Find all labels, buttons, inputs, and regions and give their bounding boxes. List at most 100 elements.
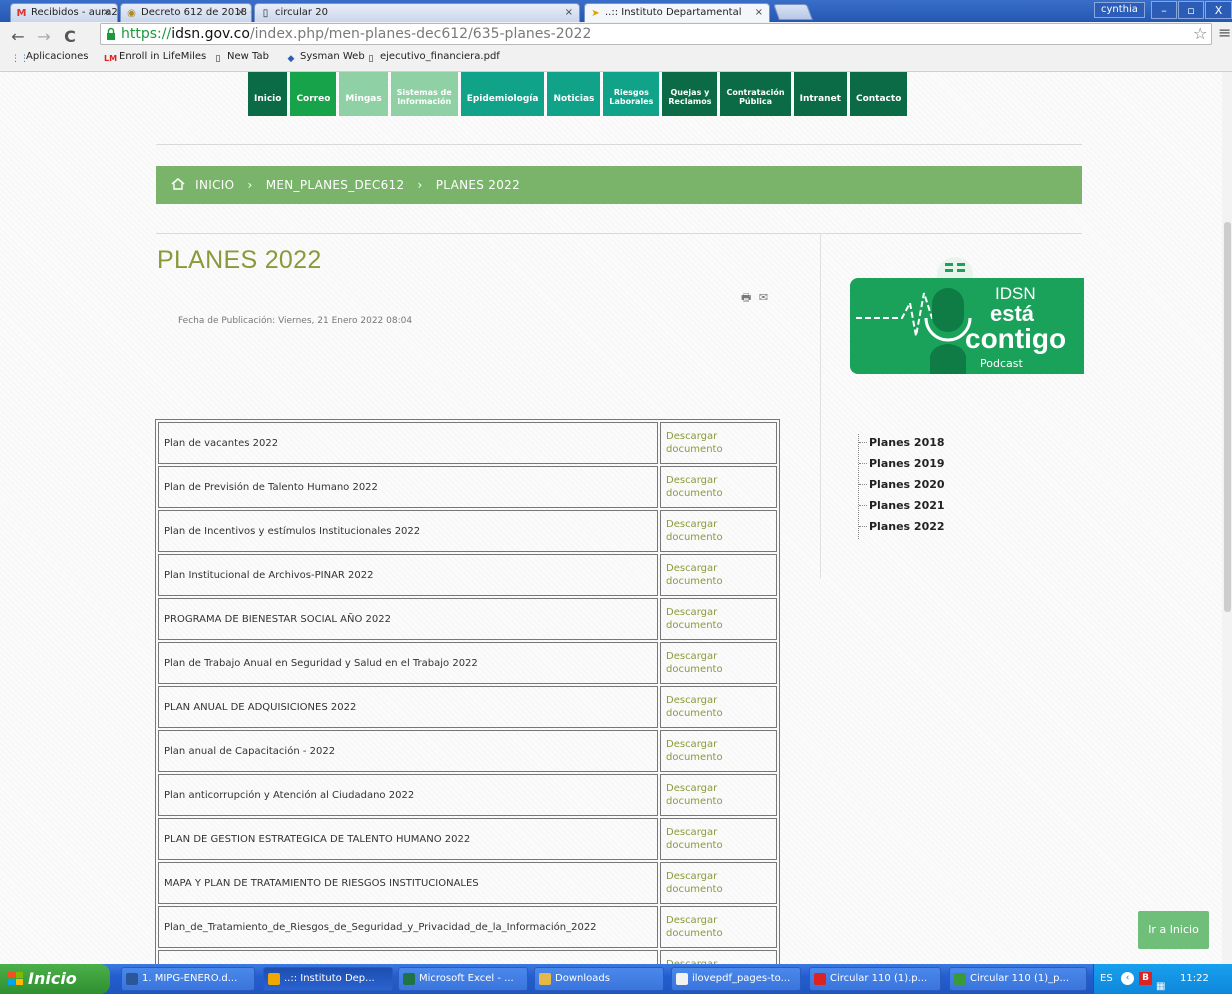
tab-idsn[interactable]: ➤ ..:: Instituto Departamental × [584, 3, 770, 22]
bookmark-lifemiles[interactable]: LM Enroll in LifeMiles [104, 51, 206, 65]
download-link[interactable]: Descargar documento [660, 818, 777, 860]
close-window-button[interactable]: X [1205, 1, 1232, 19]
download-link[interactable]: Descargar documento [660, 774, 777, 816]
taskbar-item[interactable]: ilovepdf_pages-to... [671, 967, 801, 991]
nav-item-8[interactable]: Contratación Pública [720, 72, 791, 116]
taskbar-item[interactable]: Circular 110 (1).p... [809, 967, 941, 991]
bookmark-ejecutivo[interactable]: ▯ ejecutivo_financiera.pdf [365, 51, 500, 65]
tab-gmail[interactable]: M Recibidos - aura2580@gmail × [10, 3, 118, 22]
profile-user[interactable]: cynthia [1094, 2, 1145, 18]
nav-item-10[interactable]: Contacto [849, 72, 908, 116]
nav-item-6[interactable]: Riesgos Laborales [603, 72, 660, 116]
clock[interactable]: 11:22 a.m. [1180, 964, 1232, 994]
article-actions: 🖶 ✉ [741, 289, 768, 308]
close-icon[interactable]: × [755, 7, 763, 18]
document-name: PLAN DE GESTION ESTRATEGICA DE TALENTO H… [158, 818, 658, 860]
page-title: PLANES 2022 [157, 246, 322, 274]
side-menu-item[interactable]: Planes 2022 [859, 518, 945, 539]
chevron-left-icon[interactable]: ‹ [1121, 972, 1134, 985]
table-row: PROGRAMA DE BIENESTAR SOCIAL AÑO 2022 Des… [158, 598, 777, 640]
document-name: Plan de Previsión de Talento Humano 2022 [158, 466, 658, 508]
go-to-top-button[interactable]: Ir a Inicio [1138, 911, 1209, 949]
page-icon: ▯ [262, 8, 269, 19]
close-icon[interactable]: × [103, 7, 111, 18]
document-name: Plan_de_Tratamiento_de_Riesgos_de_Seguri… [158, 906, 658, 948]
taskbar-item[interactable]: Downloads [534, 967, 664, 991]
email-icon[interactable]: ✉ [759, 291, 768, 304]
nav-item-0[interactable]: Inicio [248, 72, 288, 116]
network-icon[interactable]: ▦ [1156, 972, 1169, 992]
download-link[interactable]: Descargar documento [660, 950, 777, 964]
nav-item-7[interactable]: Quejas y Reclamos [662, 72, 718, 116]
bookmark-new-tab[interactable]: ▯ New Tab [212, 51, 269, 65]
idsn-favicon-icon: ➤ [591, 8, 600, 19]
b-app-icon[interactable]: B [1139, 972, 1152, 985]
scrollbar[interactable] [1222, 72, 1232, 964]
minimize-button[interactable]: – [1151, 1, 1177, 19]
download-link[interactable]: Descargar documento [660, 730, 777, 772]
download-link[interactable]: Descargar documento [660, 466, 777, 508]
url-host: idsn.gov.co [171, 26, 250, 42]
url-path: /index.php/men-planes-dec612/635-planes-… [249, 26, 592, 42]
print-icon[interactable]: 🖶 [741, 291, 751, 304]
download-link[interactable]: Descargar documento [660, 598, 777, 640]
nav-item-1[interactable]: Correo [290, 72, 337, 116]
document-name: PLAN ANUAL DE ADQUISICIONES 2022 [158, 686, 658, 728]
download-link[interactable]: Descargar documento [660, 422, 777, 464]
taskbar-item[interactable]: Microsoft Excel - ... [398, 967, 528, 991]
nav-item-5[interactable]: Noticias [547, 72, 601, 116]
breadcrumb-level1[interactable]: MEN_PLANES_DEC612 [266, 178, 405, 192]
bookmark-apps[interactable]: ⋮⋮Aplicaciones [11, 51, 88, 65]
download-link[interactable]: Descargar documento [660, 686, 777, 728]
address-bar[interactable]: https://idsn.gov.co/index.php/men-planes… [100, 23, 1212, 45]
breadcrumb-home[interactable]: INICIO [195, 178, 234, 192]
podcast-banner[interactable]: IDSN está contigo Podcast [850, 278, 1084, 374]
tab-circular[interactable]: ▯ circular 20 × [254, 3, 580, 22]
table-row: Descargar documento [158, 950, 777, 964]
taskbar-item[interactable]: 1. MIPG-ENERO.d... [121, 967, 255, 991]
taskbar-item[interactable]: Circular 110 (1)_p... [949, 967, 1087, 991]
back-arrow-icon[interactable]: ← [8, 27, 28, 47]
forward-arrow-icon[interactable]: → [34, 27, 54, 47]
image-icon [954, 973, 966, 985]
side-menu-item[interactable]: Planes 2021 [859, 497, 945, 518]
download-link[interactable]: Descargar documento [660, 906, 777, 948]
download-link[interactable]: Descargar documento [660, 642, 777, 684]
bookmark-star-icon[interactable]: ☆ [1193, 24, 1207, 43]
maximize-button[interactable]: ▫ [1178, 1, 1204, 19]
table-row: MAPA Y PLAN DE TRATAMIENTO DE RIESGOS IN… [158, 862, 777, 904]
side-menu-item[interactable]: Planes 2018 [859, 434, 945, 455]
chrome-icon [268, 973, 280, 985]
menu-icon[interactable]: ≡ [1218, 23, 1231, 42]
scrollbar-thumb[interactable] [1224, 222, 1231, 612]
side-menu-item[interactable]: Planes 2019 [859, 455, 945, 476]
download-link[interactable]: Descargar documento [660, 862, 777, 904]
windows-taskbar: Inicio 1. MIPG-ENERO.d... ..:: Instituto … [0, 964, 1232, 994]
close-icon[interactable]: × [237, 7, 245, 18]
browser-toolbar: ← → C https://idsn.gov.co/index.php/men-… [0, 22, 1232, 72]
nav-item-9[interactable]: Intranet [793, 72, 847, 116]
document-name [158, 950, 658, 964]
download-link[interactable]: Descargar documento [660, 554, 777, 596]
reload-icon[interactable]: C [60, 27, 80, 47]
tab-decreto[interactable]: ◉ Decreto 612 de 2018 - Gesti × [120, 3, 252, 22]
document-name: Plan Institucional de Archivos-PINAR 202… [158, 554, 658, 596]
taskbar-item[interactable]: ..:: Instituto Dep... [263, 967, 393, 991]
new-tab-button[interactable] [773, 4, 813, 20]
bookmark-sysman[interactable]: ◆ Sysman Web [285, 51, 365, 65]
start-button[interactable]: Inicio [0, 964, 110, 994]
bookmarks-bar: ⋮⋮Aplicaciones LM Enroll in LifeMiles ▯ Ne… [0, 47, 1232, 69]
nav-item-2[interactable]: Mingas [339, 72, 388, 116]
taskbar-item-label: Downloads [555, 973, 610, 984]
close-icon[interactable]: × [565, 7, 573, 18]
breadcrumb-separator: › [247, 178, 253, 192]
language-indicator[interactable]: ES [1100, 964, 1113, 994]
table-row: Plan de Incentivos y estímulos Instituci… [158, 510, 777, 552]
side-menu-item[interactable]: Planes 2020 [859, 476, 945, 497]
nav-item-3[interactable]: Sistemas de Información [390, 72, 458, 116]
publication-date: Fecha de Publicación: Viernes, 21 Enero … [178, 316, 413, 326]
page-icon: ▯ [368, 54, 374, 64]
nav-item-4[interactable]: Epidemiología [460, 72, 545, 116]
home-icon[interactable] [171, 178, 185, 190]
download-link[interactable]: Descargar documento [660, 510, 777, 552]
